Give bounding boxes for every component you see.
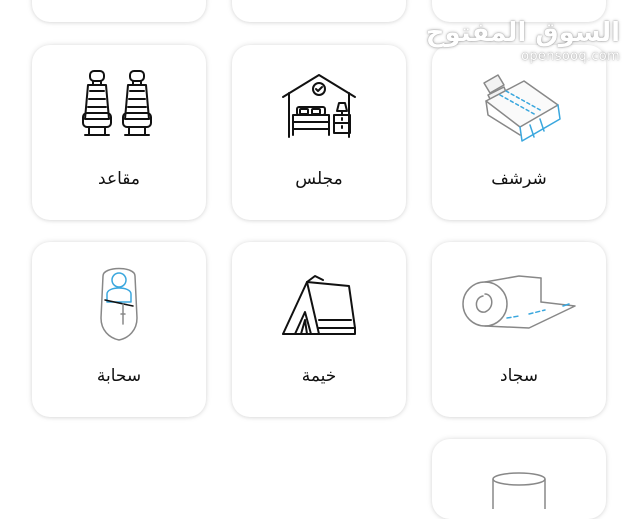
opensooq-watermark: السوق المفتوح opensooq.com <box>426 18 620 64</box>
category-card-partial[interactable] <box>432 439 606 519</box>
category-card-partial[interactable] <box>32 0 206 22</box>
bedsheet-icon <box>483 74 561 142</box>
category-card-sleeping-bag[interactable]: سحابة <box>32 242 206 417</box>
category-label: مقاعد <box>98 169 140 189</box>
car-seats-icon <box>82 70 152 136</box>
watermark-arabic: السوق المفتوح <box>425 18 620 48</box>
rolled-carpet-icon <box>462 275 576 329</box>
category-card-carpet[interactable]: سجاد <box>432 242 606 417</box>
watermark-latin: opensooq.com <box>521 49 620 64</box>
category-label: خيمة <box>301 366 337 386</box>
majlis-bedroom-icon <box>282 74 356 138</box>
category-card-tent[interactable]: خيمة <box>232 242 406 417</box>
category-label: مجلس <box>295 169 343 189</box>
category-label: شرشف <box>491 169 547 189</box>
category-label: سحابة <box>96 366 142 386</box>
partial-icon <box>492 472 546 509</box>
category-card-seats[interactable]: مقاعد <box>32 45 206 220</box>
category-label: سجاد <box>500 366 538 386</box>
tent-icon <box>282 275 356 335</box>
category-card-partial[interactable] <box>232 0 406 22</box>
category-card-bedsheet[interactable]: شرشف <box>432 45 606 220</box>
category-card-majlis[interactable]: مجلس <box>232 45 406 220</box>
sleeping-bag-icon <box>100 267 138 341</box>
